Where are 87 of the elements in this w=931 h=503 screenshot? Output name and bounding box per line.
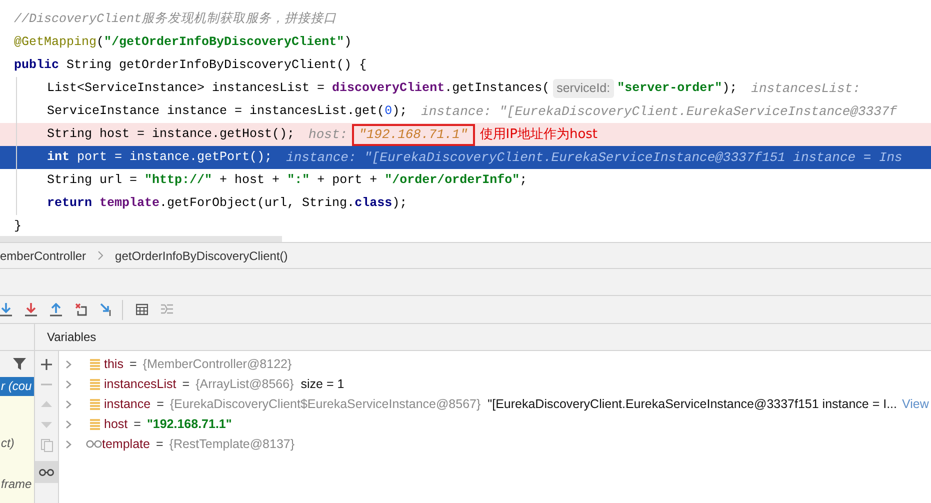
highlighted-value: "192.168.71.1"	[352, 124, 475, 146]
string-literal: ":"	[287, 172, 310, 190]
variable-value: {RestTemplate@8137}	[169, 436, 295, 453]
code-text: );	[392, 103, 408, 120]
field-reference: template	[100, 195, 160, 212]
code-text: ;	[520, 172, 528, 190]
parameter-hint: serviceId:	[552, 79, 614, 98]
variable-value: {ArrayList@8566}	[196, 376, 294, 393]
variable-value: {MemberController@8122}	[142, 356, 292, 373]
variable-summary: "[EurekaDiscoveryClient.EurekaServiceInstance@3337f151 instance = I...	[488, 396, 898, 413]
trace-icon[interactable]	[161, 302, 173, 316]
stack-frame-item[interactable]: ct)	[0, 434, 34, 453]
code-text: String host = instance.getHost();	[47, 126, 295, 144]
drop-frame-icon[interactable]	[75, 302, 87, 316]
keyword: class	[354, 195, 392, 212]
inline-debug-value: instance: "[EurekaDiscoveryClient.EurekaServiceInstance@3337f151 instance = Ins	[286, 148, 902, 167]
keyword: int	[47, 149, 70, 166]
variable-name: host	[104, 416, 128, 433]
keyword: public	[14, 57, 60, 74]
code-text: )	[344, 34, 352, 52]
field-icon	[90, 418, 100, 430]
watches-toggle[interactable]	[35, 461, 58, 483]
equals-sign: =	[156, 396, 164, 413]
keyword: return	[47, 195, 92, 212]
code-text: List<ServiceInstance> instancesList =	[47, 80, 326, 98]
breadcrumb-item[interactable]: getOrderInfoByDiscoveryClient()	[115, 246, 288, 264]
field-icon	[90, 358, 100, 370]
equals-sign: =	[182, 376, 190, 393]
field-icon	[90, 398, 100, 410]
number-literal: 0	[384, 103, 392, 120]
copy-icon[interactable]	[40, 439, 52, 452]
code-text: .getInstances(	[444, 80, 550, 98]
code-text: .getForObject(url, String.	[160, 195, 355, 212]
variable-name: instancesList	[104, 376, 176, 393]
field-icon	[90, 378, 100, 390]
string-literal: "http://"	[144, 172, 212, 190]
run-to-cursor-icon[interactable]	[100, 302, 112, 316]
breadcrumb-item[interactable]: emberController	[0, 246, 86, 264]
variable-summary: size = 1	[300, 376, 344, 393]
stack-frame-item[interactable]: frame	[0, 475, 34, 494]
expand-chevron-icon[interactable]	[64, 360, 73, 368]
code-text: ServiceInstance instance = instancesList.get(	[47, 103, 385, 120]
table-icon[interactable]	[136, 302, 148, 316]
glasses-icon	[86, 440, 102, 448]
string-literal: "/getOrderInfoByDiscoveryClient"	[104, 34, 344, 52]
annotation: @GetMapping	[14, 34, 97, 52]
force-step-into-icon[interactable]	[25, 302, 37, 316]
string-literal: "server-order"	[617, 80, 722, 98]
step-into-icon[interactable]	[0, 302, 12, 316]
code-text: }	[14, 218, 22, 236]
variable-name: instance	[104, 396, 151, 413]
step-out-icon[interactable]	[50, 302, 62, 316]
expand-chevron-icon[interactable]	[64, 420, 73, 428]
variable-value: "192.168.71.1"	[146, 416, 232, 433]
code-text: );	[392, 195, 408, 212]
code-text: + host +	[218, 172, 281, 190]
equals-sign: =	[134, 416, 141, 433]
glasses-icon	[39, 468, 54, 476]
variable-name: this	[104, 356, 124, 373]
annotation-note: 使用IP地址作为host	[480, 126, 598, 144]
variable-value: {EurekaDiscoveryClient$EurekaServiceInstance@8567}	[170, 396, 481, 413]
horizontal-scrollbar[interactable]	[0, 236, 282, 242]
code-text: );	[722, 80, 738, 98]
expand-chevron-icon[interactable]	[64, 440, 73, 448]
code-text: (	[96, 34, 104, 52]
panel-title: Variables	[47, 329, 96, 346]
up-triangle-icon[interactable]	[41, 399, 52, 410]
code-text: String url =	[47, 172, 138, 190]
code-text: String getOrderInfoByDiscoveryClient() {	[66, 57, 367, 74]
inline-debug-value: instancesList:	[751, 80, 860, 98]
field-reference: discoveryClient	[332, 80, 445, 98]
stack-frame-item[interactable]: r (cou	[0, 377, 34, 396]
equals-sign: =	[156, 436, 164, 453]
variable-name: template	[102, 436, 150, 453]
expand-chevron-icon[interactable]	[64, 380, 73, 388]
code-text: + port +	[316, 172, 378, 190]
equals-sign: =	[129, 356, 137, 373]
code-text: port = instance.getPort();	[76, 149, 272, 166]
expand-chevron-icon[interactable]	[64, 400, 73, 408]
inline-debug-value: host:	[308, 126, 348, 144]
add-icon[interactable]	[41, 359, 52, 370]
chevron-icon	[98, 251, 104, 260]
code-comment: //DiscoveryClient服务发现机制获取服务，拼接接口	[14, 10, 337, 28]
down-triangle-icon[interactable]	[41, 419, 52, 430]
filter-icon[interactable]	[13, 357, 26, 371]
inline-debug-value: instance: "[EurekaDiscoveryClient.EurekaServiceInstance@3337f	[421, 102, 897, 121]
string-literal: "/order/orderInfo"	[384, 172, 520, 190]
